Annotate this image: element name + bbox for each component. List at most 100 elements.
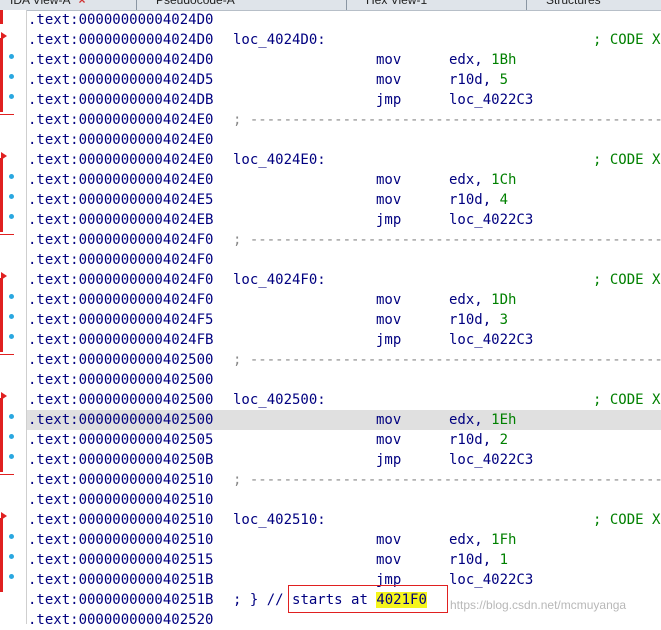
listing-row[interactable]: .text:00000000004024E0 [27,130,661,150]
mnemonic[interactable]: mov [376,550,401,570]
listing-row[interactable]: .text:00000000004024E0 loc_4024E0: ; CODE … [27,150,661,170]
tab-ida-view-a[interactable]: IDA View-A × [4,0,91,9]
listing-row[interactable]: .text:00000000004024E5 mov r10d, 4 [27,190,661,210]
listing-row[interactable]: .text:0000000000402510 mov edx, 1Fh [27,530,661,550]
operands[interactable]: loc_4022C3 [449,570,533,590]
annotation-box [288,585,448,613]
mnemonic[interactable]: mov [376,530,401,550]
listing-row[interactable]: .text:0000000000402515 mov r10d, 1 [27,550,661,570]
mnemonic[interactable]: mov [376,170,401,190]
listing-row[interactable]: .text:0000000000402510 loc_402510: ; CODE … [27,510,661,530]
listing-row[interactable]: .text:00000000004024DB jmp loc_4022C3 [27,90,661,110]
address: .text:000000000040251B [28,572,214,588]
operand-register: r10d, [449,72,500,88]
mnemonic[interactable]: jmp [376,90,401,110]
flow-dot-icon [9,534,14,539]
operands[interactable]: edx, 1Bh [449,50,516,70]
listing-row[interactable]: .text:00000000004024F5 mov r10d, 3 [27,310,661,330]
mnemonic[interactable]: mov [376,70,401,90]
disassembly-listing[interactable]: .text:00000000004024D0 .text:000000000040… [27,10,661,630]
listing-row[interactable]: .text:00000000004024D0 loc_4024D0: ; CODE … [27,30,661,50]
listing-row[interactable]: .text:00000000004024F0 ; ----------------… [27,230,661,250]
tab-hex-view-1[interactable]: Hex View-1 [360,0,433,9]
listing-row[interactable]: .text:00000000004024D0 [27,10,661,30]
listing-row[interactable]: .text:0000000000402520 [27,610,661,630]
operand-register: r10d, [449,192,500,208]
address: .text:00000000004024D5 [28,72,214,88]
mnemonic[interactable]: mov [376,190,401,210]
listing-row[interactable]: .text:00000000004024D5 mov r10d, 5 [27,70,661,90]
listing-row[interactable]: .text:0000000000402510 ; ----------------… [27,470,661,490]
operand-immediate: 5 [499,72,509,88]
listing-row[interactable]: .text:00000000004024D0 mov edx, 1Bh [27,50,661,70]
tab-separator [526,0,527,10]
listing-row[interactable]: .text:00000000004024F0 [27,250,661,270]
listing-row[interactable]: .text:00000000004024E0 mov edx, 1Ch [27,170,661,190]
mnemonic[interactable]: mov [376,290,401,310]
flow-line [0,518,3,592]
mnemonic[interactable]: mov [376,310,401,330]
listing-row[interactable]: .text:0000000000402500 [27,370,661,390]
operands[interactable]: loc_4022C3 [449,210,533,230]
operands[interactable]: r10d, 5 [449,70,508,90]
operands[interactable]: edx, 1Fh [449,530,516,550]
operand-register: loc_4022C3 [449,212,534,228]
flow-dot-icon [9,454,14,459]
operands[interactable]: loc_4022C3 [449,450,533,470]
separator-comment: ; --------------------------------------… [233,232,661,248]
flow-dot-icon [9,314,14,319]
address: .text:000000000040250B [28,452,214,468]
operand-immediate: 2 [499,432,509,448]
mnemonic[interactable]: jmp [376,330,401,350]
operands[interactable]: r10d, 4 [449,190,508,210]
listing-row[interactable]: .text:00000000004024F0 loc_4024F0: ; CODE … [27,270,661,290]
listing-row[interactable]: .text:0000000000402510 [27,490,661,510]
mnemonic[interactable]: mov [376,410,401,430]
operands[interactable]: edx, 1Ch [449,170,516,190]
mnemonic[interactable]: mov [376,430,401,450]
listing-row[interactable]: .text:0000000000402500 mov edx, 1Eh [27,410,661,430]
address: .text:00000000004024F0 [28,272,214,288]
operands[interactable]: r10d, 3 [449,310,508,330]
tab-separator [346,0,347,10]
watermark: https://blog.csdn.net/mcmuyanga [450,598,627,612]
tab-pseudocode-a[interactable]: Pseudocode-A [150,0,241,9]
listing-row[interactable]: .text:0000000000402505 mov r10d, 2 [27,430,661,450]
address: .text:0000000000402500 [28,412,214,428]
tab-structures[interactable]: Structures [540,0,607,9]
listing-row[interactable]: .text:00000000004024FB jmp loc_4022C3 [27,330,661,350]
flow-line [0,234,14,235]
address: .text:0000000000402510 [28,512,214,528]
flow-dot-icon [9,174,14,179]
mnemonic[interactable]: mov [376,50,401,70]
listing-row[interactable]: .text:000000000040250B jmp loc_4022C3 [27,450,661,470]
close-icon[interactable]: × [78,0,85,7]
address: .text:0000000000402500 [28,372,214,388]
operands[interactable]: edx, 1Dh [449,290,516,310]
code-label[interactable]: loc_4024D0: [233,30,326,50]
address: .text:00000000004024D0 [28,32,214,48]
operand-register: edx, [449,532,492,548]
listing-row[interactable]: .text:00000000004024F0 mov edx, 1Dh [27,290,661,310]
mnemonic[interactable]: jmp [376,450,401,470]
mnemonic[interactable]: jmp [376,210,401,230]
operands[interactable]: loc_4022C3 [449,90,533,110]
code-label[interactable]: loc_402500: [233,390,326,410]
flow-dot-icon [9,54,14,59]
operands[interactable]: loc_4022C3 [449,330,533,350]
address: .text:000000000040251B [28,592,214,608]
listing-row[interactable]: .text:00000000004024EB jmp loc_4022C3 [27,210,661,230]
operands[interactable]: edx, 1Eh [449,410,516,430]
listing-row[interactable]: .text:00000000004024E0 ; ----------------… [27,110,661,130]
address: .text:0000000000402505 [28,432,214,448]
listing-row[interactable]: .text:0000000000402500 loc_402500: ; CODE … [27,390,661,410]
address: .text:0000000000402510 [28,492,214,508]
code-label[interactable]: loc_402510: [233,510,326,530]
xref-comment: ; CODE X [593,152,661,168]
listing-row[interactable]: .text:0000000000402500 ; ----------------… [27,350,661,370]
code-label[interactable]: loc_4024F0: [233,270,326,290]
code-label[interactable]: loc_4024E0: [233,150,326,170]
address: .text:00000000004024D0 [28,12,214,28]
operands[interactable]: r10d, 1 [449,550,508,570]
operands[interactable]: r10d, 2 [449,430,508,450]
